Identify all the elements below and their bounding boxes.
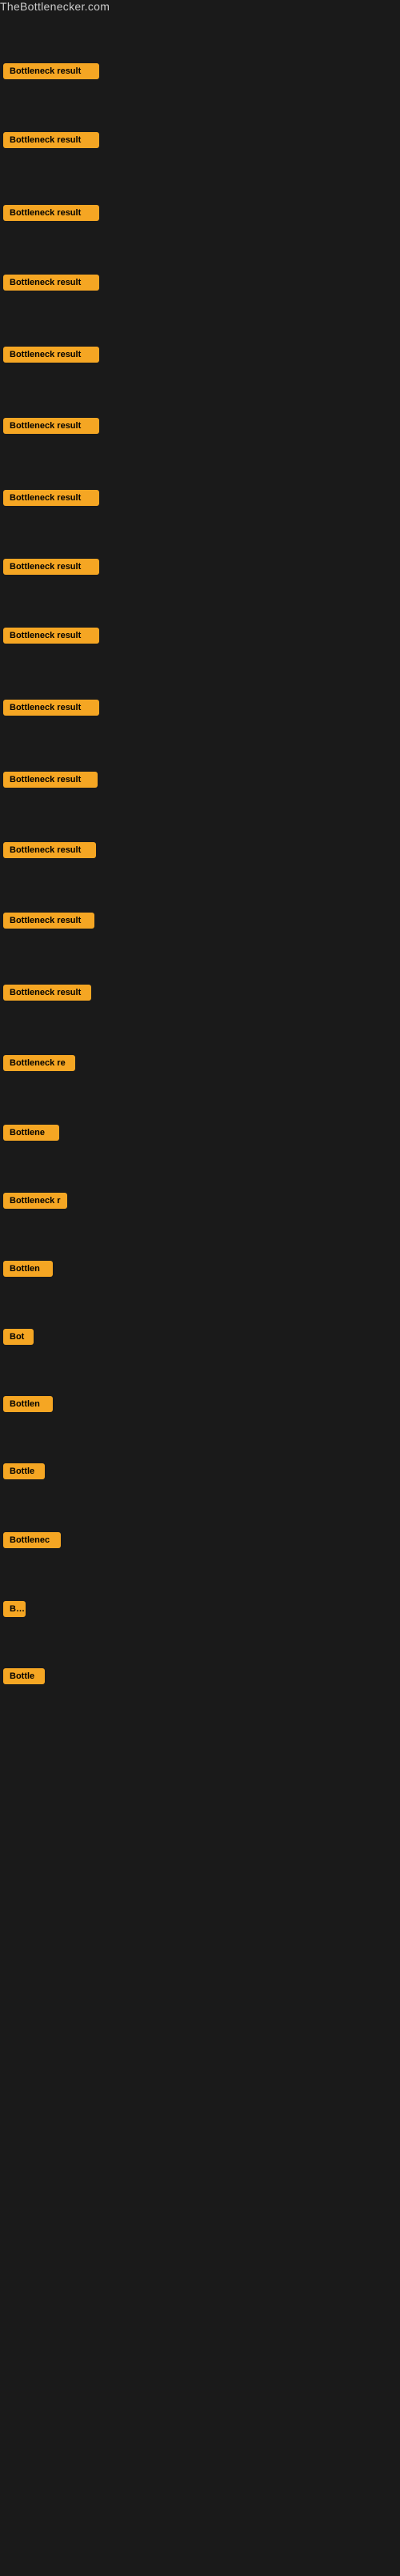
- bottleneck-badge-3[interactable]: Bottleneck result: [3, 205, 99, 221]
- badge-row: Bottleneck result: [0, 696, 400, 723]
- badge-row: Bottleneck result: [0, 556, 400, 582]
- badge-row: Bottleneck result: [0, 487, 400, 513]
- bottleneck-badge-21[interactable]: Bottle: [3, 1463, 45, 1479]
- bottleneck-badge-16[interactable]: Bottlene: [3, 1125, 59, 1141]
- badge-row: Bottleneck result: [0, 768, 400, 795]
- badge-row: Bottlene: [0, 1121, 400, 1148]
- bottleneck-badge-9[interactable]: Bottleneck result: [3, 628, 99, 644]
- bottleneck-badge-11[interactable]: Bottleneck result: [3, 772, 98, 788]
- bottleneck-badge-23[interactable]: Bo: [3, 1601, 26, 1617]
- badge-row: Bottleneck result: [0, 271, 400, 298]
- badge-row: Bottleneck result: [0, 981, 400, 1008]
- bottleneck-badge-17[interactable]: Bottleneck r: [3, 1193, 67, 1209]
- badge-row: Bottleneck result: [0, 60, 400, 86]
- bottleneck-badge-14[interactable]: Bottleneck result: [3, 985, 91, 1001]
- badge-row: Bottleneck result: [0, 624, 400, 651]
- badge-row: Bottleneck result: [0, 202, 400, 228]
- site-header: TheBottlenecker.com: [0, 0, 400, 14]
- bottleneck-badge-15[interactable]: Bottleneck re: [3, 1055, 75, 1071]
- badge-row: Bot: [0, 1326, 400, 1352]
- badge-row: Bottleneck re: [0, 1052, 400, 1078]
- badge-row: Bottle: [0, 1665, 400, 1691]
- bottleneck-badge-2[interactable]: Bottleneck result: [3, 132, 99, 148]
- bottleneck-badge-13[interactable]: Bottleneck result: [3, 913, 94, 929]
- badge-row: Bottleneck result: [0, 129, 400, 155]
- bottleneck-badge-19[interactable]: Bot: [3, 1329, 34, 1345]
- badge-row: Bottle: [0, 1460, 400, 1487]
- badge-row: Bottlen: [0, 1258, 400, 1284]
- bottleneck-badge-12[interactable]: Bottleneck result: [3, 842, 96, 858]
- bottleneck-badge-20[interactable]: Bottlen: [3, 1396, 53, 1412]
- badge-row: Bo: [0, 1598, 400, 1624]
- badge-row: Bottleneck r: [0, 1190, 400, 1216]
- bottleneck-badge-1[interactable]: Bottleneck result: [3, 63, 99, 79]
- badge-row: Bottlen: [0, 1393, 400, 1419]
- bottleneck-badge-24[interactable]: Bottle: [3, 1668, 45, 1684]
- bottleneck-badge-22[interactable]: Bottlenec: [3, 1532, 61, 1548]
- bottleneck-badge-18[interactable]: Bottlen: [3, 1261, 53, 1277]
- badge-row: Bottleneck result: [0, 343, 400, 370]
- badge-row: Bottleneck result: [0, 839, 400, 865]
- bottleneck-badge-4[interactable]: Bottleneck result: [3, 275, 99, 291]
- badge-row: Bottlenec: [0, 1529, 400, 1555]
- bottleneck-badge-6[interactable]: Bottleneck result: [3, 418, 99, 434]
- badge-row: Bottleneck result: [0, 909, 400, 936]
- badge-row: Bottleneck result: [0, 415, 400, 441]
- bottleneck-badge-10[interactable]: Bottleneck result: [3, 700, 99, 716]
- bottleneck-badge-5[interactable]: Bottleneck result: [3, 347, 99, 363]
- bottleneck-badge-8[interactable]: Bottleneck result: [3, 559, 99, 575]
- bottleneck-badge-7[interactable]: Bottleneck result: [3, 490, 99, 506]
